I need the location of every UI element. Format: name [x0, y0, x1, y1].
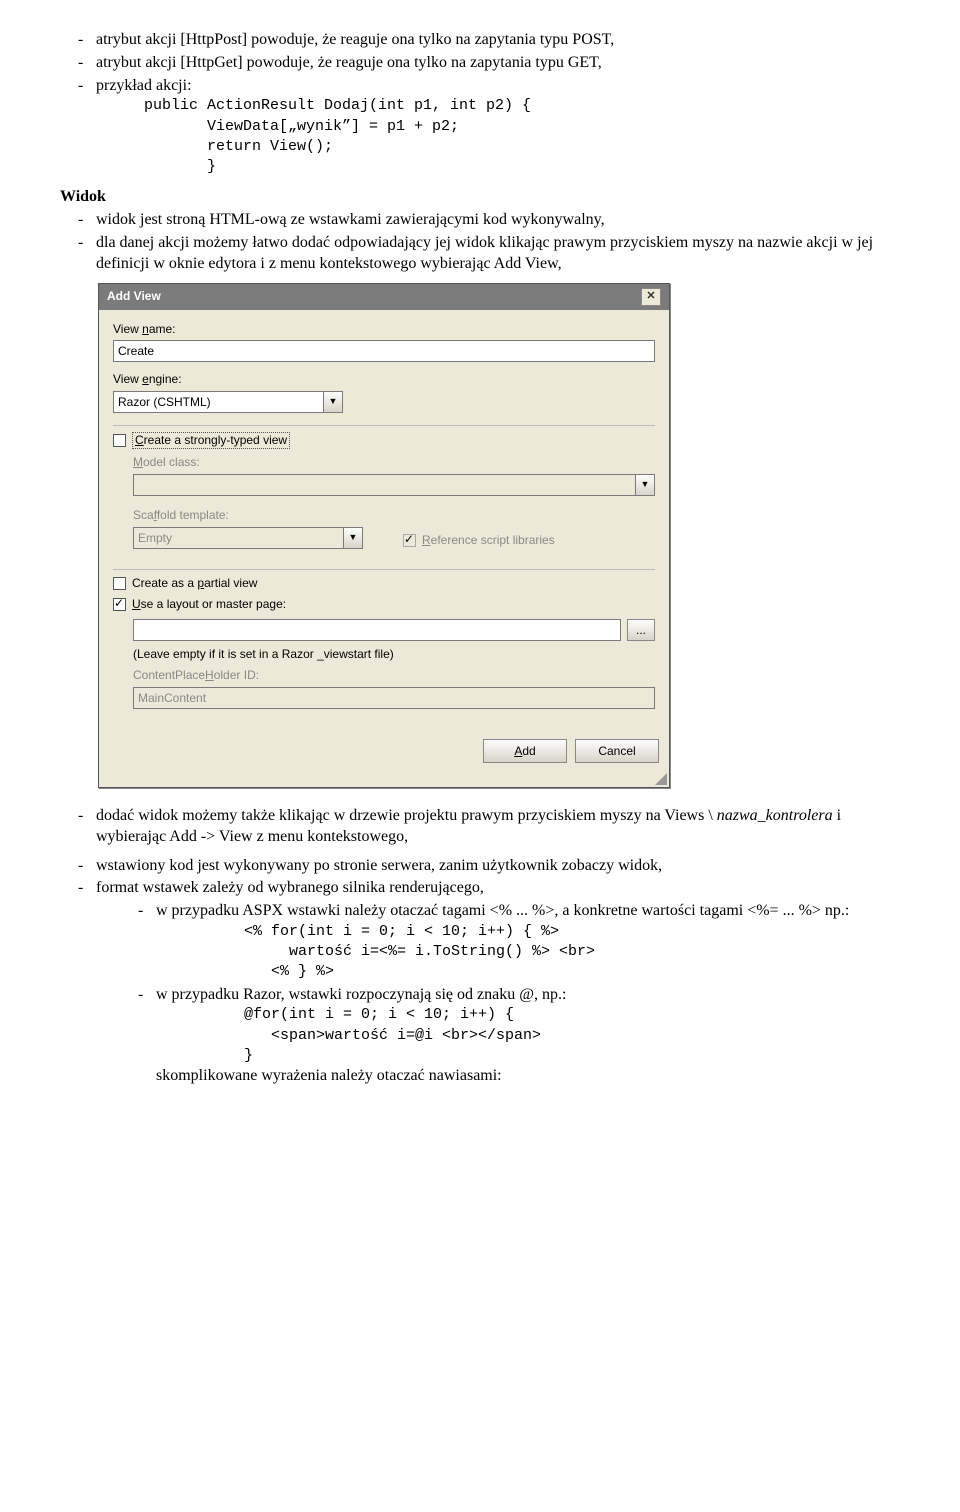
check-use-layout[interactable]: Use a layout or master page: [113, 597, 655, 613]
bullet: atrybut akcji [HttpPost] powoduje, że re… [78, 30, 900, 51]
dialog-title-text: Add View [107, 289, 161, 305]
check-partial-view[interactable]: Create as a partial view [113, 576, 655, 592]
label: Use a layout or master page: [132, 597, 286, 613]
dialog-titlebar: Add View ✕ [99, 284, 669, 310]
cancel-button[interactable]: Cancel [575, 739, 659, 763]
bullet: w przypadku ASPX wstawki należy otaczać … [138, 901, 900, 983]
view-engine-value[interactable] [113, 391, 323, 413]
checkbox-icon[interactable] [113, 577, 126, 590]
scaffold-label: Scaffold template: [133, 508, 655, 524]
text: w przypadku Razor, wstawki rozpoczynają … [156, 986, 566, 1003]
text: format wstawek zależy od wybranego silni… [96, 879, 484, 896]
bullet: wstawiony kod jest wykonywany po stronie… [78, 856, 900, 877]
check-strongly-typed[interactable]: Create a strongly-typed view [113, 432, 655, 450]
model-class-select: ▼ [133, 474, 655, 496]
close-icon[interactable]: ✕ [641, 288, 661, 306]
view-name-label: View name: [113, 322, 655, 338]
scaffold-input [133, 527, 343, 549]
separator [113, 569, 655, 570]
cph-label: ContentPlaceHolder ID: [133, 668, 655, 684]
view-engine-label: View engine: [113, 372, 655, 388]
checkbox-icon[interactable] [113, 434, 126, 447]
bullet-text: przykład akcji: [96, 77, 192, 94]
label: Reference script libraries [422, 533, 555, 549]
label: Create a strongly-typed view [132, 432, 290, 450]
bullet: dla danej akcji możemy łatwo dodać odpow… [78, 233, 900, 275]
bullet: widok jest stroną HTML-ową ze wstawkami … [78, 210, 900, 231]
text: dodać widok możemy także klikając w drze… [96, 807, 717, 824]
view-name-input[interactable] [113, 340, 655, 362]
code-block: public ActionResult Dodaj(int p1, int p2… [144, 96, 900, 177]
separator [113, 425, 655, 426]
checkbox-icon[interactable] [113, 598, 126, 611]
code-block: <% for(int i = 0; i < 10; i++) { %> wart… [244, 922, 900, 983]
text: skomplikowane wyrażenia należy otaczać n… [156, 1067, 502, 1084]
layout-hint: (Leave empty if it is set in a Razor _vi… [133, 647, 655, 663]
bullet: przykład akcji: public ActionResult Doda… [78, 76, 900, 178]
bullet: dodać widok możemy także klikając w drze… [78, 806, 900, 848]
cph-input [133, 687, 655, 709]
model-class-label: Model class: [133, 455, 655, 471]
model-class-input [133, 474, 635, 496]
resize-grip-icon[interactable] [99, 773, 669, 787]
add-view-dialog: Add View ✕ View name: View engine: ▼ Cre… [98, 283, 670, 788]
chevron-down-icon: ▼ [343, 527, 363, 549]
bullet: atrybut akcji [HttpGet] powoduje, że rea… [78, 53, 900, 74]
bullet: w przypadku Razor, wstawki rozpoczynają … [138, 985, 900, 1087]
chevron-down-icon: ▼ [635, 474, 655, 496]
add-button[interactable]: Add [483, 739, 567, 763]
label: Create as a partial view [132, 576, 257, 592]
text-italic: nazwa_kontrolera [717, 807, 833, 824]
view-engine-select[interactable]: ▼ [113, 391, 343, 413]
scaffold-select: ▼ [133, 527, 363, 549]
section-heading: Widok [60, 187, 900, 208]
text: w przypadku ASPX wstawki należy otaczać … [156, 902, 849, 919]
check-reference-scripts: Reference script libraries [403, 533, 555, 549]
browse-button[interactable]: ... [627, 619, 655, 641]
layout-path-input[interactable] [133, 619, 621, 641]
code-block: @for(int i = 0; i < 10; i++) { <span>war… [244, 1005, 900, 1066]
chevron-down-icon[interactable]: ▼ [323, 391, 343, 413]
checkbox-icon [403, 534, 416, 547]
bullet: format wstawek zależy od wybranego silni… [78, 878, 900, 1087]
